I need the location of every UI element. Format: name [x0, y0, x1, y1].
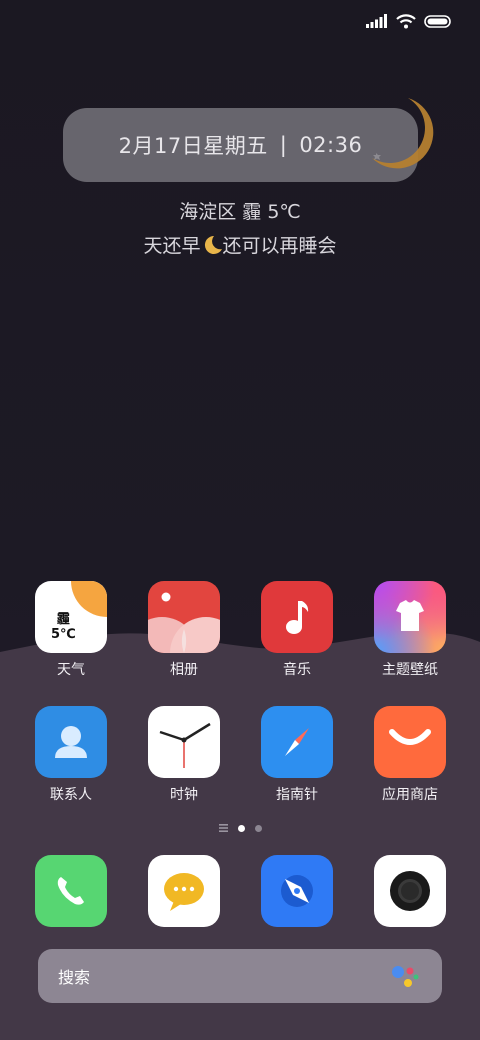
page-dot[interactable]: [254, 824, 262, 832]
app-label: 应用商店: [382, 787, 438, 803]
greeting-before: 天还早: [143, 235, 201, 257]
page-indicator[interactable]: [0, 824, 480, 832]
app-store-icon: [374, 706, 446, 778]
crescent-moon-icon: [204, 235, 222, 254]
time-text: 02:36: [299, 133, 363, 157]
app-contacts[interactable]: 联系人: [16, 706, 126, 804]
app-label: 主题壁纸: [382, 662, 438, 678]
contacts-icon: [35, 706, 107, 778]
moon-icon: [372, 98, 434, 169]
music-icon: [261, 581, 333, 653]
app-clock[interactable]: 时钟: [129, 706, 239, 804]
app-label: 时钟: [170, 787, 198, 803]
wifi-icon: [396, 13, 416, 28]
app-compass[interactable]: 指南针: [242, 706, 352, 804]
page-dot-active[interactable]: [237, 824, 245, 832]
date-text: 2月17日星期五: [118, 134, 268, 158]
messages-icon: [164, 873, 204, 911]
app-label: 联系人: [50, 787, 92, 803]
battery-icon: [424, 14, 451, 28]
themes-icon: [374, 581, 446, 653]
search-placeholder: 搜索: [58, 968, 91, 987]
browser-icon: [281, 875, 313, 907]
greeting-text: 天还早 还可以再睡会: [0, 231, 480, 258]
feed-page-icon[interactable]: [218, 824, 228, 832]
signal-icon: [366, 14, 387, 28]
clock-icon: [148, 706, 220, 778]
app-themes[interactable]: 主题壁纸: [355, 581, 465, 679]
weather-summary[interactable]: 海淀区 霾 5℃: [0, 197, 480, 224]
assistant-icon[interactable]: [390, 963, 420, 989]
app-label: 音乐: [283, 662, 311, 678]
app-label: 相册: [170, 662, 198, 678]
app-label: 指南针: [276, 787, 318, 803]
search-bar[interactable]: 搜索: [38, 949, 442, 1003]
dock-messages[interactable]: [148, 855, 220, 927]
app-label: 天气: [57, 662, 85, 678]
date-time-separator: |: [279, 133, 288, 157]
app-music[interactable]: 音乐: [242, 581, 352, 679]
status-bar: [366, 10, 452, 32]
weather-badge-temp: 5℃: [51, 627, 76, 642]
gallery-icon: [148, 581, 220, 653]
app-gallery[interactable]: 相册: [129, 581, 239, 679]
phone-icon: [57, 877, 84, 905]
app-store[interactable]: 应用商店: [355, 706, 465, 804]
weather-icon: 霾 5℃: [35, 581, 107, 653]
greeting-after: 还可以再睡会: [222, 235, 337, 257]
dock-camera[interactable]: [374, 855, 446, 927]
app-weather[interactable]: 霾 5℃ 天气: [16, 581, 126, 679]
compass-icon: [261, 706, 333, 778]
weather-badge-condition: 霾: [56, 612, 70, 627]
dock-browser[interactable]: [261, 855, 333, 927]
dock-phone[interactable]: [35, 855, 107, 927]
camera-icon: [390, 871, 430, 911]
